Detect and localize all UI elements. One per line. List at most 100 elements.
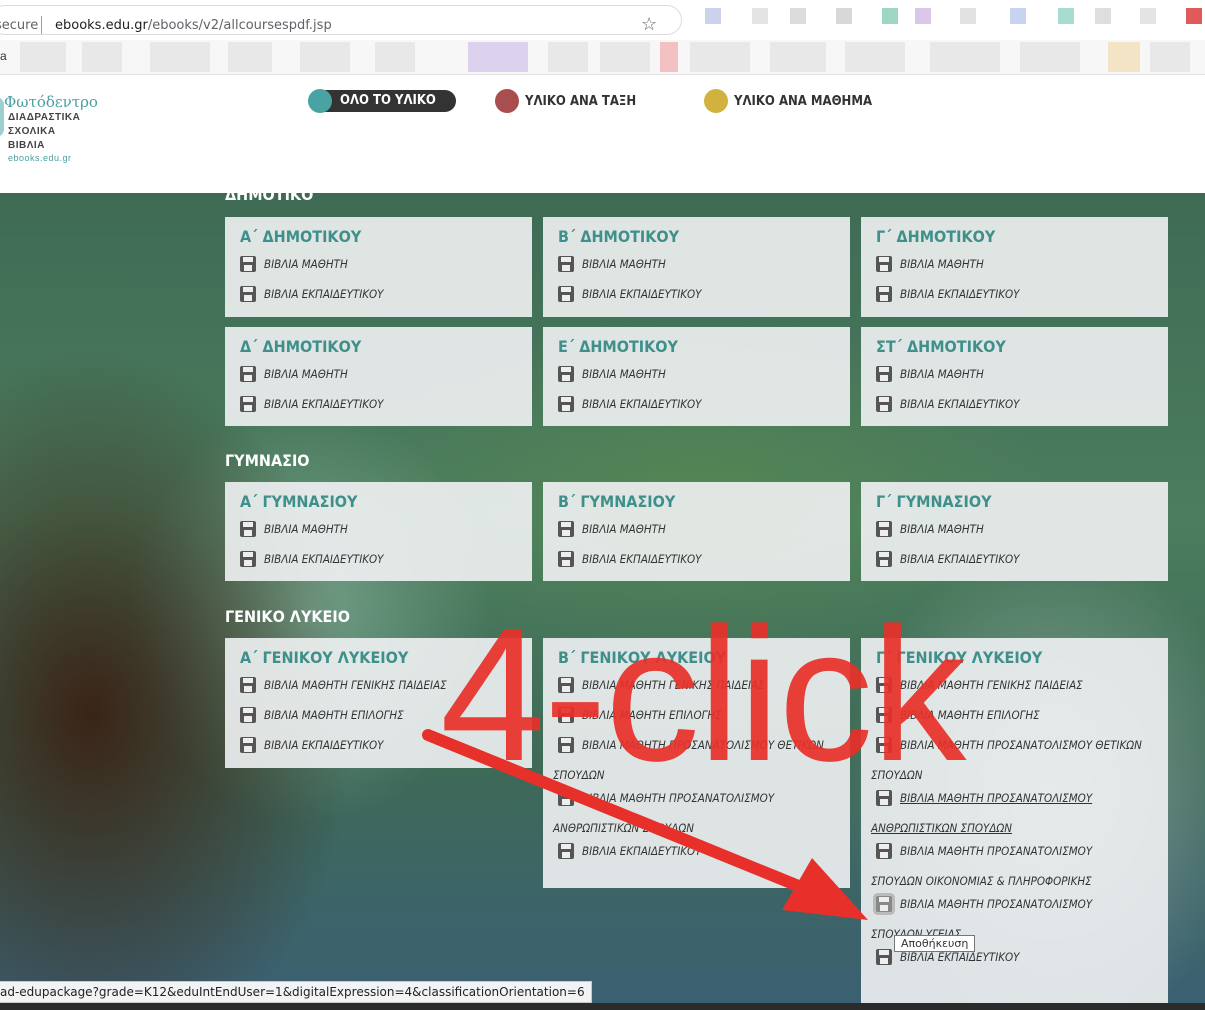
save-icon[interactable] — [240, 396, 256, 412]
bookmark-item[interactable] — [1020, 42, 1080, 72]
card-title[interactable]: Α΄ ΔΗΜΟΤΙΚΟΥ — [240, 226, 532, 248]
nav-material-by-subject[interactable]: ΥΛΙΚΟ ΑΝΑ ΜΑΘΗΜΑ — [704, 89, 872, 113]
bookmark-item[interactable] — [770, 42, 826, 72]
row-label[interactable]: ΒΙΒΛΙΑ ΜΑΘΗΤΗ — [582, 249, 666, 279]
row-label[interactable]: ΒΙΒΛΙΑ ΕΚΠΑΙΔΕΥΤΙΚΟΥ — [900, 279, 1020, 309]
download-teacher-books[interactable]: ΒΙΒΛΙΑ ΕΚΠΑΙΔΕΥΤΙΚΟΥ — [240, 286, 532, 316]
row-label[interactable]: ΒΙΒΛΙΑ ΜΑΘΗΤΗ ΕΠΙΛΟΓΗΣ — [900, 700, 1040, 730]
extension-icon[interactable] — [1186, 8, 1202, 24]
save-icon[interactable] — [876, 286, 892, 302]
save-icon[interactable] — [876, 737, 892, 753]
row-label[interactable]: ΒΙΒΛΙΑ ΜΑΘΗΤΗ — [900, 514, 984, 544]
save-icon[interactable] — [240, 551, 256, 567]
save-icon[interactable] — [240, 677, 256, 693]
bookmark-item[interactable] — [690, 42, 750, 72]
card-title[interactable]: Γ΄ ΓΕΝΙΚΟΥ ΛΥΚΕΙΟΥ — [876, 647, 1168, 669]
row-label[interactable]: ΒΙΒΛΙΑ ΜΑΘΗΤΗ — [264, 359, 348, 389]
bookmark-item[interactable] — [845, 42, 905, 72]
save-icon[interactable] — [876, 396, 892, 412]
bookmark-item[interactable] — [150, 42, 210, 72]
card-title[interactable]: Α΄ ΓΕΝΙΚΟΥ ΛΥΚΕΙΟΥ — [240, 647, 532, 669]
save-icon[interactable] — [558, 551, 574, 567]
card-title[interactable]: ΣΤ΄ ΔΗΜΟΤΙΚΟΥ — [876, 336, 1168, 358]
row-label[interactable]: ΒΙΒΛΙΑ ΕΚΠΑΙΔΕΥΤΙΚΟΥ — [582, 279, 702, 309]
row-label[interactable]: ΒΙΒΛΙΑ ΜΑΘΗΤΗ ΕΠΙΛΟΓΗΣ — [582, 700, 722, 730]
bookmark-item[interactable] — [82, 42, 122, 72]
download-teacher-books[interactable]: ΒΙΒΛΙΑ ΕΚΠΑΙΔΕΥΤΙΚΟΥ — [876, 286, 1168, 316]
card-title[interactable]: Δ΄ ΔΗΜΟΤΙΚΟΥ — [240, 336, 532, 358]
url-text[interactable]: ebooks.edu.gr/ebooks/v2/allcoursespdf.js… — [55, 18, 332, 33]
card-title[interactable]: Β΄ ΔΗΜΟΤΙΚΟΥ — [558, 226, 850, 248]
extension-icon[interactable] — [1095, 8, 1111, 24]
security-indicator[interactable]: secure — [0, 18, 38, 33]
card-title[interactable]: Α΄ ΓΥΜΝΑΣΙΟΥ — [240, 491, 532, 513]
card-title[interactable]: Β΄ ΓΕΝΙΚΟΥ ΛΥΚΕΙΟΥ — [558, 647, 850, 669]
extension-icon[interactable] — [882, 8, 898, 24]
extension-icon[interactable] — [960, 8, 976, 24]
save-icon[interactable] — [240, 737, 256, 753]
download-teacher-books[interactable]: ΒΙΒΛΙΑ ΕΚΠΑΙΔΕΥΤΙΚΟΥ — [240, 396, 532, 426]
save-icon[interactable] — [876, 843, 892, 859]
download-teacher-books[interactable]: ΒΙΒΛΙΑ ΕΚΠΑΙΔΕΥΤΙΚΟΥ — [558, 551, 850, 581]
save-icon[interactable] — [558, 737, 574, 753]
row-label[interactable]: ΒΙΒΛΙΑ ΕΚΠΑΙΔΕΥΤΙΚΟΥ — [264, 279, 384, 309]
row-label[interactable]: ΒΙΒΛΙΑ ΕΚΠΑΙΔΕΥΤΙΚΟΥ — [582, 836, 702, 866]
save-icon[interactable] — [876, 677, 892, 693]
save-icon[interactable] — [558, 286, 574, 302]
save-icon[interactable] — [558, 366, 574, 382]
row-label[interactable]: ΒΙΒΛΙΑ ΕΚΠΑΙΔΕΥΤΙΚΟΥ — [582, 389, 702, 419]
bookmark-item[interactable] — [20, 42, 66, 72]
extension-icon[interactable] — [915, 8, 931, 24]
download-teacher-books[interactable]: ΒΙΒΛΙΑ ΕΚΠΑΙΔΕΥΤΙΚΟΥ — [558, 286, 850, 316]
row-label[interactable]: ΒΙΒΛΙΑ ΜΑΘΗΤΗ — [582, 514, 666, 544]
card-title[interactable]: Γ΄ ΓΥΜΝΑΣΙΟΥ — [876, 491, 1168, 513]
extension-icon[interactable] — [752, 8, 768, 24]
nav-all-material[interactable]: ΟΛΟ ΤΟ ΥΛΙΚΟ — [308, 89, 456, 113]
bookmark-item[interactable] — [1150, 42, 1190, 72]
bookmark-item[interactable] — [930, 42, 1000, 72]
card-title[interactable]: Β΄ ΓΥΜΝΑΣΙΟΥ — [558, 491, 850, 513]
save-icon[interactable] — [876, 707, 892, 723]
row-label[interactable]: ΒΙΒΛΙΑ ΕΚΠΑΙΔΕΥΤΙΚΟΥ — [264, 544, 384, 574]
row-label[interactable]: ΒΙΒΛΙΑ ΜΑΘΗΤΗ ΠΡΟΣΑΝΑΤΟΛΙΣΜΟΥ — [900, 889, 1092, 919]
row-label[interactable]: ΒΙΒΛΙΑ ΜΑΘΗΤΗ ΓΕΝΙΚΗΣ ΠΑΙΔΕΙΑΣ — [264, 670, 447, 700]
download-teacher-books[interactable]: ΒΙΒΛΙΑ ΕΚΠΑΙΔΕΥΤΙΚΟΥ — [558, 843, 850, 873]
download-teacher-books[interactable]: ΒΙΒΛΙΑ ΕΚΠΑΙΔΕΥΤΙΚΟΥ — [240, 737, 532, 767]
bookmark-item[interactable] — [375, 42, 415, 72]
row-label[interactable]: ΒΙΒΛΙΑ ΜΑΘΗΤΗ ΓΕΝΙΚΗΣ ΠΑΙΔΕΙΑΣ — [582, 670, 765, 700]
bookmark-item[interactable] — [600, 42, 650, 72]
extension-icon[interactable] — [790, 8, 806, 24]
site-logo[interactable]: Φωτόδεντρο ΔΙΑΔΡΑΣΤΙΚΑ ΣΧΟΛΙΚΑ ΒΙΒΛΙΑ eb… — [4, 93, 98, 163]
row-label[interactable]: ΒΙΒΛΙΑ ΜΑΘΗΤΗ — [900, 359, 984, 389]
save-icon[interactable] — [876, 256, 892, 272]
save-icon[interactable] — [876, 551, 892, 567]
row-label[interactable]: ΒΙΒΛΙΑ ΕΚΠΑΙΔΕΥΤΙΚΟΥ — [900, 389, 1020, 419]
row-label[interactable]: ΒΙΒΛΙΑ ΕΚΠΑΙΔΕΥΤΙΚΟΥ — [582, 544, 702, 574]
save-icon[interactable] — [876, 366, 892, 382]
row-label[interactable]: ΒΙΒΛΙΑ ΜΑΘΗΤΗ ΠΡΟΣΑΝΑΤΟΛΙΣΜΟΥ — [582, 783, 774, 813]
save-icon[interactable] — [240, 366, 256, 382]
address-bar[interactable]: secure ebooks.edu.gr/ebooks/v2/allcourse… — [0, 5, 682, 35]
extension-icon[interactable] — [836, 8, 852, 24]
row-label[interactable]: ΒΙΒΛΙΑ ΕΚΠΑΙΔΕΥΤΙΚΟΥ — [264, 389, 384, 419]
card-title[interactable]: Ε΄ ΔΗΜΟΤΙΚΟΥ — [558, 336, 850, 358]
save-icon[interactable] — [240, 256, 256, 272]
row-label[interactable]: ΒΙΒΛΙΑ ΜΑΘΗΤΗ ΕΠΙΛΟΓΗΣ — [264, 700, 404, 730]
save-icon[interactable] — [558, 396, 574, 412]
download-teacher-books[interactable]: ΒΙΒΛΙΑ ΕΚΠΑΙΔΕΥΤΙΚΟΥ — [876, 551, 1168, 581]
download-teacher-books[interactable]: ΒΙΒΛΙΑ ΕΚΠΑΙΔΕΥΤΙΚΟΥ — [558, 396, 850, 426]
download-teacher-books[interactable]: ΒΙΒΛΙΑ ΕΚΠΑΙΔΕΥΤΙΚΟΥ — [240, 551, 532, 581]
download-teacher-books[interactable]: ΒΙΒΛΙΑ ΕΚΠΑΙΔΕΥΤΙΚΟΥ — [876, 396, 1168, 426]
bookmark-item[interactable] — [468, 42, 528, 72]
save-icon[interactable] — [558, 843, 574, 859]
row-label[interactable]: ΒΙΒΛΙΑ ΜΑΘΗΤΗ ΠΡΟΣΑΝΑΤΟΛΙΣΜΟΥ ΘΕΤΙΚΩΝ — [582, 730, 824, 760]
card-title[interactable]: Γ΄ ΔΗΜΟΤΙΚΟΥ — [876, 226, 1168, 248]
extension-icon[interactable] — [1140, 8, 1156, 24]
save-icon[interactable] — [558, 707, 574, 723]
nav-material-by-grade[interactable]: ΥΛΙΚΟ ΑΝΑ ΤΑΞΗ — [495, 89, 636, 113]
save-icon[interactable] — [876, 896, 892, 912]
bookmark-item[interactable] — [1108, 42, 1140, 72]
save-icon[interactable] — [876, 521, 892, 537]
row-label[interactable]: ΒΙΒΛΙΑ ΜΑΘΗΤΗ — [900, 249, 984, 279]
save-icon[interactable] — [558, 256, 574, 272]
